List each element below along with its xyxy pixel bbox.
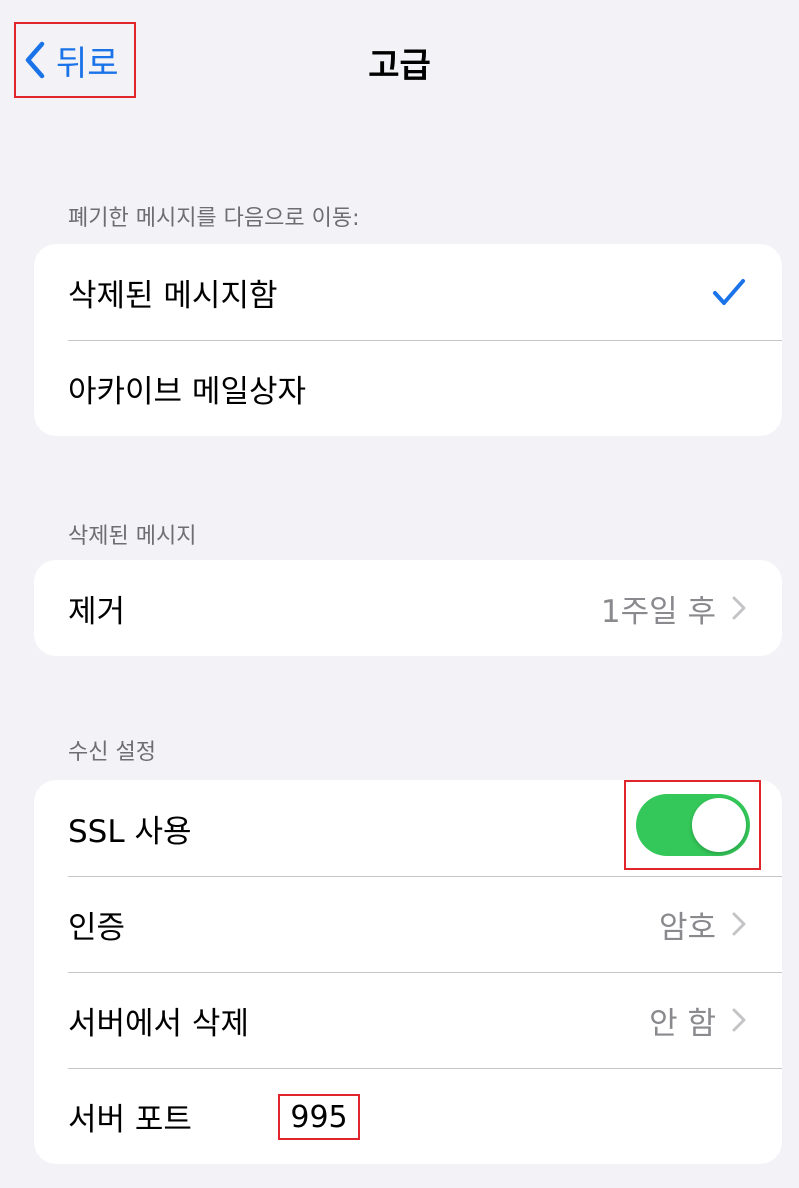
remove-label: 제거 [68,593,126,630]
server-port-label: 서버 포트 [68,1101,192,1138]
discarded-destination-list: 삭제된 메시지함 아카이브 메일상자 [34,244,782,436]
server-port-field[interactable]: 995 [278,1094,360,1140]
section-header-deleted: 삭제된 메시지 [68,524,197,549]
auth-value: 암호 [658,909,716,946]
nav-bar: 뒤로 고급 [0,0,799,110]
incoming-settings-list: SSL 사용 인증 암호 서버에서 삭제 안 함 서버 포트 995 [34,780,782,1164]
remove-value: 1주일 후 [600,593,716,630]
chevron-right-icon [732,912,746,936]
chevron-right-icon [732,596,746,620]
delete-from-server-value: 안 함 [649,1005,716,1042]
server-port-row: 서버 포트 995 [34,1068,782,1164]
toggle-knob [691,798,746,852]
delete-from-server-label: 서버에서 삭제 [68,1005,249,1042]
section-header-discarded: 폐기한 메시지를 다음으로 이동: [68,206,360,231]
option-deleted-mailbox[interactable]: 삭제된 메시지함 [34,244,782,340]
option-label: 아카이브 메일상자 [68,373,307,410]
deleted-messages-list: 제거 1주일 후 [34,560,782,656]
ssl-row: SSL 사용 [34,780,782,876]
delete-from-server-row[interactable]: 서버에서 삭제 안 함 [34,972,782,1068]
remove-row[interactable]: 제거 1주일 후 [34,560,782,656]
checkmark-icon [713,279,745,305]
option-archive-mailbox[interactable]: 아카이브 메일상자 [34,340,782,436]
auth-row[interactable]: 인증 암호 [34,876,782,972]
ssl-toggle-highlight [624,780,761,870]
chevron-right-icon [732,1008,746,1032]
auth-label: 인증 [68,909,126,946]
page-title: 고급 [368,46,431,86]
section-header-incoming: 수신 설정 [68,740,156,765]
option-label: 삭제된 메시지함 [68,277,278,314]
ssl-toggle[interactable] [635,794,750,856]
ssl-label: SSL 사용 [68,813,192,850]
